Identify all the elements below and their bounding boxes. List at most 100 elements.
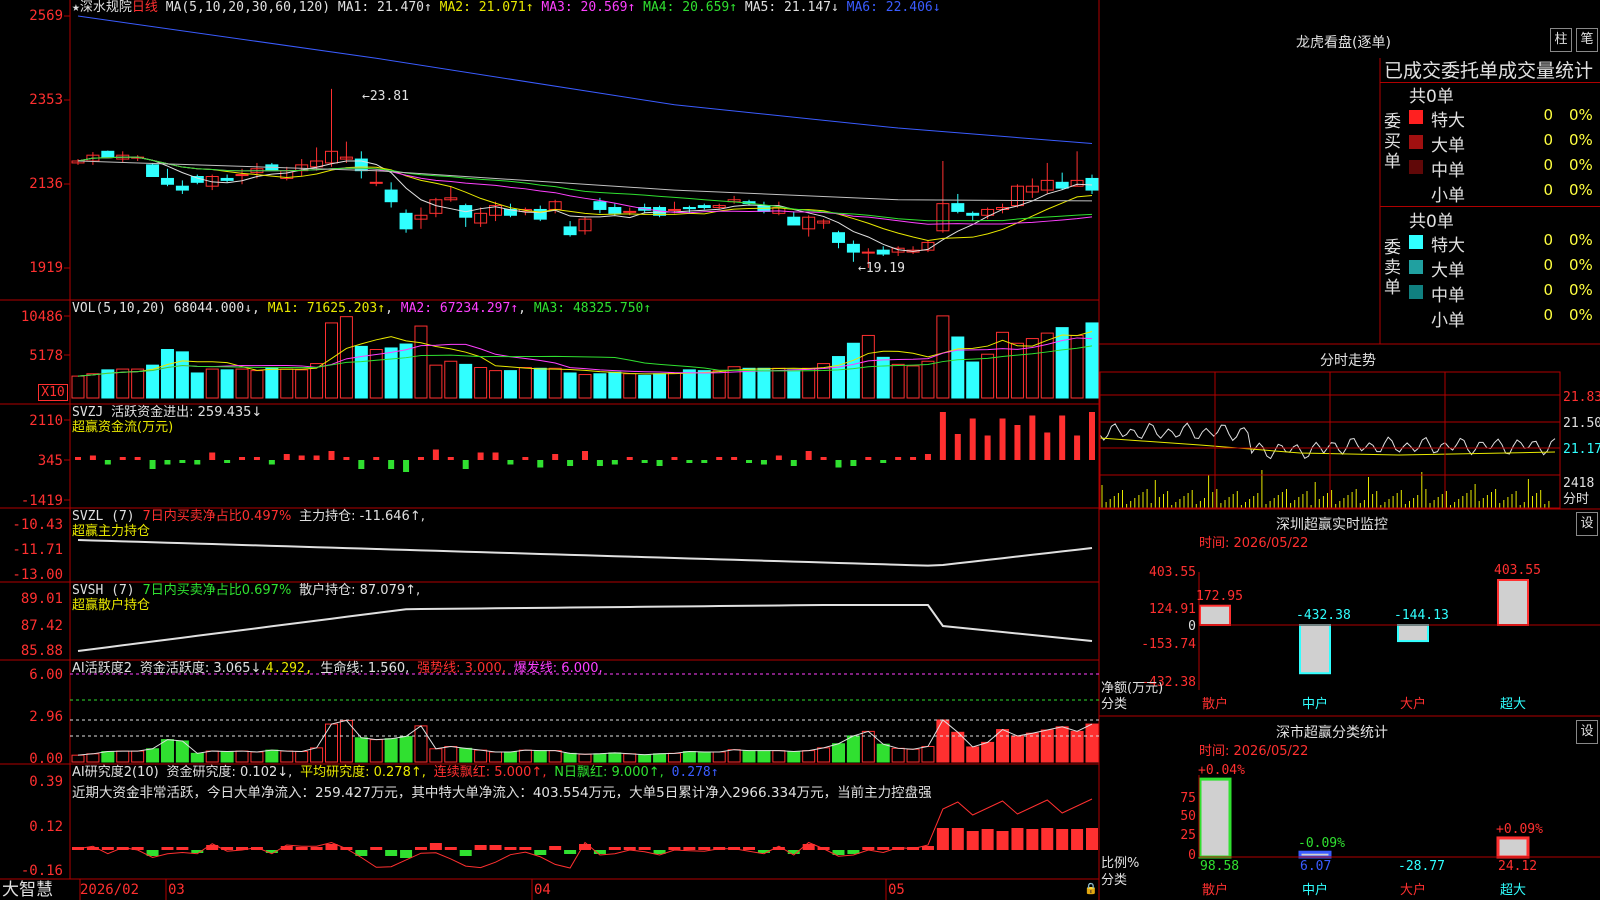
ma2-value: MA2: 21.071↑ [439,0,534,15]
svzj-bar [268,460,275,465]
candle-body [220,177,234,181]
svzj-ylabel: 2110 [29,413,63,429]
svzj-bar [224,460,231,463]
svzj-bar [1029,415,1036,460]
svzj-bar [462,460,469,469]
svzj-bar [626,457,633,460]
swatch [1409,110,1423,124]
research-bar [400,850,413,858]
ai2-bar [832,743,845,763]
volume-bar [354,345,368,399]
svzj-bar [417,457,424,460]
svzj-bar [388,460,395,469]
svzj-bar [671,457,678,460]
svzj-header: SVZJ 活跃资金进出: 259.435↓ [72,405,263,420]
volume-bar [444,360,458,399]
main-header: ★深水规院日线 MA(5,10,20,30,60,120) MA1: 21.47… [72,1,941,15]
volume-bar [578,374,592,399]
svzj-bar [880,460,887,463]
svzj-bar [149,460,156,469]
svzj-bar [760,460,767,465]
research-bar [101,847,114,850]
research-bar [743,847,756,850]
buy-row-super: 特大 0 0% [1409,106,1600,131]
ai-research-header: AI研究度2(10) 资金研究度: 0.102↓, 平均研究度: 0.278↑,… [72,765,719,780]
svzj-bar [731,457,738,460]
volume-bar [295,369,309,399]
stock-name[interactable]: 深水规院 [80,0,132,15]
svzl-subtitle: 超赢主力持仓 [72,524,151,539]
candle-body [682,207,696,210]
fenshi-title[interactable]: 分时走势 [1320,350,1376,370]
ai2-bar [146,748,160,763]
fenshi-chart [1099,422,1556,508]
ai2-bar [936,719,950,763]
vol-unit-box[interactable]: X10 [38,384,68,401]
research-bar [951,828,964,850]
low-annotation: ←19.19 [858,261,905,276]
svzj-bar [596,460,603,466]
monitor-ylabel: 403.55 [1149,565,1196,580]
research-bar [489,845,502,850]
research-bar [370,847,383,850]
stats-settings-button[interactable]: 设 [1576,720,1598,744]
svzj-bar [537,460,544,468]
research-bar [310,847,323,850]
stats-bar [1198,777,1232,859]
ai2-bar [653,753,667,763]
monitor-bar-value: -144.13 [1394,608,1449,623]
air-ylabel: 0.39 [29,774,63,790]
stats-bar-pct: +0.09% [1496,821,1543,837]
ai2-bar [71,754,85,763]
ai2-bar [325,723,338,763]
price-ylabel: 2136 [29,176,63,192]
volume-bar [220,369,234,399]
research-bar [1026,829,1039,850]
volume-bar [1055,327,1069,399]
stats-ylabel: 0 [1188,848,1196,863]
lock-icon[interactable]: 🔒 [1084,882,1098,896]
volume-bars [71,315,1099,399]
svzj-bar [477,452,484,460]
volume-bar [459,363,473,399]
tick-mode-button[interactable]: 笔 [1576,28,1598,52]
volume-bar [160,349,174,399]
period-label[interactable]: 日线 [132,0,158,15]
ai2-bar [265,749,279,763]
volume-bar [548,367,562,399]
volume-bar [533,367,547,399]
buy-total: 共0单 [1409,87,1454,107]
buy-row-large: 大单 0 0% [1409,131,1600,156]
stats-bar-value: 98.58 [1200,859,1240,874]
volume-bar [399,343,413,399]
ai2-bar [503,751,517,763]
ai2-bar [220,751,234,763]
monitor-settings-button[interactable]: 设 [1576,512,1598,536]
price-ylabel: 2569 [29,8,63,24]
candle-body [146,164,160,178]
svzl-line [77,539,1093,567]
ai2-bar [474,749,488,763]
stats-bar-pct: -0.09% [1298,836,1345,852]
ai2-bar [399,735,413,763]
stats-ylabel: 75 [1180,791,1196,806]
ai2-bar [101,751,115,763]
ai2-ylabel: 2.96 [29,709,63,725]
volume-bar [682,369,696,399]
ai2-bar [1010,735,1024,763]
ma-line [77,156,1093,222]
volume-bar [667,372,681,399]
ma4-value: MA4: 20.659↑ [643,0,738,15]
volume-bar [593,373,607,399]
buy-row-small: 小单 0 0% [1409,181,1600,206]
ai2-bar [1055,726,1069,763]
svzl-ylabel: -11.71 [12,542,63,558]
ma3-value: MA3: 20.569↑ [541,0,636,15]
svzj-bar [298,455,305,460]
bar-mode-button[interactable]: 柱 [1550,28,1572,52]
svsh-subtitle: 超赢散户持仓 [72,598,151,613]
star-icon[interactable]: ★ [72,0,80,15]
stats-bar [1298,850,1332,859]
ai2-bar [295,751,309,763]
ai2-bar [533,750,547,763]
